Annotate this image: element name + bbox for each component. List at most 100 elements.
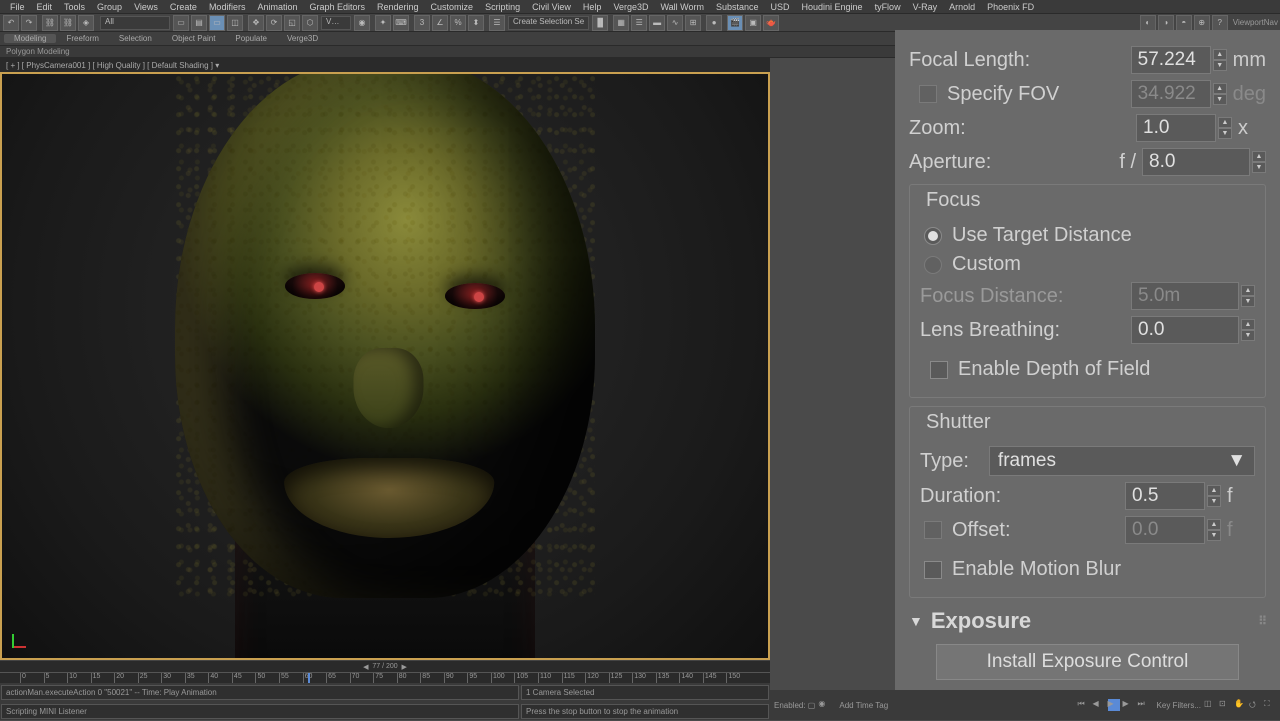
manipulate-button[interactable]: ✦ bbox=[375, 15, 391, 31]
select-region-button[interactable]: ▭ bbox=[209, 15, 225, 31]
install-exposure-button[interactable]: Install Exposure Control bbox=[936, 644, 1239, 680]
menu-phoenix[interactable]: Phoenix FD bbox=[981, 2, 1040, 12]
undo-button[interactable]: ↶ bbox=[3, 15, 19, 31]
next-frame-button[interactable]: ▶ bbox=[1123, 699, 1135, 711]
align-button[interactable]: ▦ bbox=[613, 15, 629, 31]
tool-c-icon[interactable]: ◓ bbox=[1176, 15, 1192, 31]
menu-houdini[interactable]: Houdini Engine bbox=[796, 2, 869, 12]
use-target-radio[interactable] bbox=[924, 227, 942, 245]
duration-input[interactable]: 0.5 bbox=[1125, 482, 1205, 510]
render-setup-button[interactable]: 🎬 bbox=[727, 15, 743, 31]
pan-button[interactable]: ✋ bbox=[1234, 699, 1246, 711]
selection-filter-dropdown[interactable]: All bbox=[100, 16, 170, 30]
refcoord-dropdown[interactable]: V… bbox=[321, 16, 351, 30]
exposure-section-header[interactable]: ▼ Exposure ⠿ bbox=[909, 608, 1266, 634]
ribbon-tab-selection[interactable]: Selection bbox=[109, 34, 162, 43]
time-slider[interactable]: ◀ 77 / 200 ▶ bbox=[0, 660, 770, 672]
percent-snap-button[interactable]: % bbox=[450, 15, 466, 31]
bind-button[interactable]: ◈ bbox=[78, 15, 94, 31]
render-frame-button[interactable]: ▣ bbox=[745, 15, 761, 31]
angle-snap-button[interactable]: ∠ bbox=[432, 15, 448, 31]
menu-file[interactable]: File bbox=[4, 2, 31, 12]
time-cursor[interactable] bbox=[308, 673, 310, 683]
menu-group[interactable]: Group bbox=[91, 2, 128, 12]
menu-help[interactable]: Help bbox=[577, 2, 608, 12]
maxscript-listener[interactable]: Scripting MINI Listener bbox=[1, 704, 519, 719]
zoom-ext-button[interactable]: ⊡ bbox=[1219, 699, 1231, 711]
goto-end-button[interactable]: ⏭ bbox=[1138, 699, 1150, 711]
menu-verge3d[interactable]: Verge3D bbox=[607, 2, 654, 12]
custom-radio[interactable] bbox=[924, 256, 942, 274]
zoom-spinner[interactable]: ▲▼ bbox=[1218, 117, 1232, 139]
orbit-button[interactable]: ⭯ bbox=[1249, 699, 1261, 711]
viewport[interactable] bbox=[0, 72, 770, 660]
enable-mb-checkbox[interactable] bbox=[924, 561, 942, 579]
menu-tyflow[interactable]: tyFlow bbox=[869, 2, 907, 12]
shutter-type-select[interactable]: frames▼ bbox=[989, 446, 1255, 476]
menu-scripting[interactable]: Scripting bbox=[479, 2, 526, 12]
move-button[interactable]: ✥ bbox=[248, 15, 264, 31]
add-time-tag[interactable]: Add Time Tag bbox=[839, 701, 888, 710]
mirror-button[interactable]: ▐▌ bbox=[592, 15, 608, 31]
snap-button[interactable]: 3 bbox=[414, 15, 430, 31]
help-icon[interactable]: ? bbox=[1212, 15, 1228, 31]
window-crossing-button[interactable]: ◫ bbox=[227, 15, 243, 31]
aperture-spinner[interactable]: ▲▼ bbox=[1252, 151, 1266, 173]
enabled-toggle[interactable]: ◉ bbox=[818, 699, 830, 711]
menu-modifiers[interactable]: Modifiers bbox=[203, 2, 252, 12]
focal-length-spinner[interactable]: ▲▼ bbox=[1213, 49, 1227, 71]
schematic-button[interactable]: ⊞ bbox=[685, 15, 701, 31]
tool-a-icon[interactable]: ◐ bbox=[1140, 15, 1156, 31]
select-name-button[interactable]: ▤ bbox=[191, 15, 207, 31]
menu-substance[interactable]: Substance bbox=[710, 2, 765, 12]
menu-arnold[interactable]: Arnold bbox=[943, 2, 981, 12]
toggle-ribbon-button[interactable]: ▬ bbox=[649, 15, 665, 31]
menu-usd[interactable]: USD bbox=[765, 2, 796, 12]
ribbon-tab-freeform[interactable]: Freeform bbox=[56, 34, 108, 43]
link-button[interactable]: ⛓ bbox=[42, 15, 58, 31]
duration-spinner[interactable]: ▲▼ bbox=[1207, 485, 1221, 507]
menu-civilview[interactable]: Civil View bbox=[526, 2, 577, 12]
tool-d-icon[interactable]: ⊕ bbox=[1194, 15, 1210, 31]
menu-animation[interactable]: Animation bbox=[251, 2, 303, 12]
curve-editor-button[interactable]: ∿ bbox=[667, 15, 683, 31]
maximize-button[interactable]: ⛶ bbox=[1264, 699, 1276, 711]
isolate-button[interactable]: ◫ bbox=[1204, 699, 1216, 711]
play-button[interactable]: ▶ bbox=[1108, 699, 1120, 711]
enable-dof-checkbox[interactable] bbox=[930, 361, 948, 379]
menu-rendering[interactable]: Rendering bbox=[371, 2, 425, 12]
menu-edit[interactable]: Edit bbox=[31, 2, 59, 12]
menu-customize[interactable]: Customize bbox=[425, 2, 480, 12]
aperture-input[interactable]: 8.0 bbox=[1142, 148, 1250, 176]
lens-breathing-spinner[interactable]: ▲▼ bbox=[1241, 319, 1255, 341]
select-button[interactable]: ▭ bbox=[173, 15, 189, 31]
tool-b-icon[interactable]: ◑ bbox=[1158, 15, 1174, 31]
scale-button[interactable]: ◱ bbox=[284, 15, 300, 31]
menu-wallworm[interactable]: Wall Worm bbox=[654, 2, 710, 12]
menu-tools[interactable]: Tools bbox=[58, 2, 91, 12]
menu-grapheditors[interactable]: Graph Editors bbox=[303, 2, 371, 12]
named-selection-dropdown[interactable]: Create Selection Se bbox=[508, 16, 589, 30]
key-filters[interactable]: Key Filters... bbox=[1157, 701, 1201, 710]
timeline-ruler[interactable]: 0510152025303540455055606570758085909510… bbox=[0, 672, 770, 683]
rotate-button[interactable]: ⟳ bbox=[266, 15, 282, 31]
menu-vray[interactable]: V-Ray bbox=[907, 2, 944, 12]
menu-create[interactable]: Create bbox=[164, 2, 203, 12]
goto-start-button[interactable]: ⏮ bbox=[1078, 699, 1090, 711]
focal-length-input[interactable]: 57.224 bbox=[1131, 46, 1211, 74]
offset-checkbox[interactable] bbox=[924, 521, 942, 539]
menu-views[interactable]: Views bbox=[128, 2, 164, 12]
redo-button[interactable]: ↷ bbox=[21, 15, 37, 31]
render-button[interactable]: 🫖 bbox=[763, 15, 779, 31]
viewport-label[interactable]: [ + ] [ PhysCamera001 ] [ High Quality ]… bbox=[0, 58, 770, 72]
ribbon-tab-modeling[interactable]: Modeling bbox=[4, 34, 56, 43]
keyboard-button[interactable]: ⌨ bbox=[393, 15, 409, 31]
specify-fov-checkbox[interactable] bbox=[919, 85, 937, 103]
spinner-snap-button[interactable]: ⬍ bbox=[468, 15, 484, 31]
unlink-button[interactable]: ⛓ bbox=[60, 15, 76, 31]
prev-frame-button[interactable]: ◀ bbox=[1093, 699, 1105, 711]
zoom-input[interactable]: 1.0 bbox=[1136, 114, 1216, 142]
material-editor-button[interactable]: ● bbox=[706, 15, 722, 31]
lens-breathing-input[interactable]: 0.0 bbox=[1131, 316, 1239, 344]
named-sel-button[interactable]: ☰ bbox=[489, 15, 505, 31]
